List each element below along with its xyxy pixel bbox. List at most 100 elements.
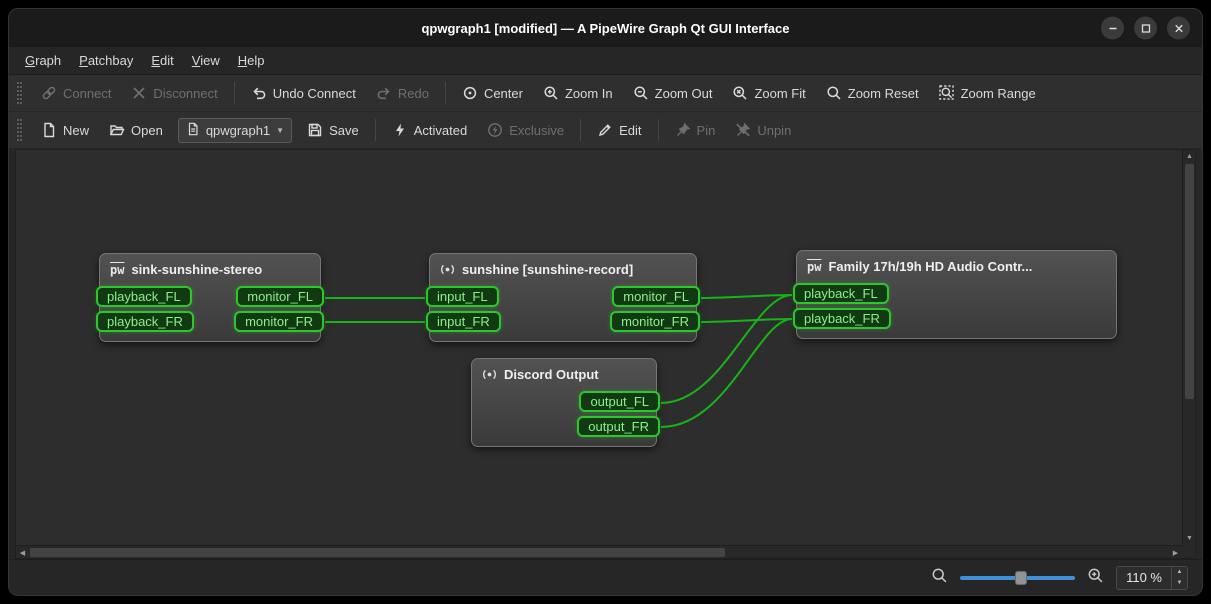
maximize-button[interactable]: [1134, 17, 1157, 40]
connection-wires: [16, 150, 1182, 545]
node-header[interactable]: pw Family 17h/19h HD Audio Contr...: [797, 256, 1116, 281]
zoom-slider-handle[interactable]: [1015, 571, 1027, 585]
graph-canvas[interactable]: pw sink-sunshine-stereo playback_FL moni…: [15, 149, 1196, 559]
save-icon: [307, 122, 323, 138]
undo-connect-label: Undo Connect: [273, 86, 356, 101]
spin-up-button[interactable]: ▲: [1172, 567, 1187, 578]
canvas-viewport[interactable]: pw sink-sunshine-stereo playback_FL moni…: [16, 150, 1182, 545]
undo-connect-button[interactable]: Undo Connect: [242, 80, 365, 106]
node-family-hd-audio[interactable]: pw Family 17h/19h HD Audio Contr... play…: [796, 250, 1117, 339]
vertical-scrollbar[interactable]: ▲ ▼: [1182, 150, 1195, 545]
edit-pencil-icon: [597, 122, 613, 138]
menu-graph[interactable]: Graph: [17, 49, 69, 72]
vertical-scrollbar-thumb[interactable]: [1185, 164, 1194, 399]
qpwgraph-window: qpwgraph1 [modified] — A PipeWire Graph …: [8, 8, 1203, 596]
session-dropdown[interactable]: qpwgraph1 ▼: [178, 118, 292, 143]
unpin-button[interactable]: Unpin: [726, 117, 800, 143]
menu-view[interactable]: View: [184, 49, 228, 72]
node-sink-sunshine-stereo[interactable]: pw sink-sunshine-stereo playback_FL moni…: [99, 253, 321, 342]
node-sunshine-record[interactable]: sunshine [sunshine-record] input_FL moni…: [429, 253, 697, 342]
pin-button[interactable]: Pin: [666, 117, 725, 143]
connect-link-icon: [41, 85, 57, 101]
menubar: Graph Patchbay Edit View Help: [9, 47, 1202, 75]
new-button[interactable]: New: [32, 117, 98, 143]
zoom-range-button[interactable]: Zoom Range: [930, 80, 1045, 106]
connect-button[interactable]: Connect: [32, 80, 120, 106]
node-title: sunshine [sunshine-record]: [462, 262, 633, 277]
open-button[interactable]: Open: [100, 117, 172, 143]
open-label: Open: [131, 123, 163, 138]
zoom-out-icon: [931, 567, 948, 589]
port-monitor-fr[interactable]: monitor_FR: [234, 311, 324, 332]
menu-edit[interactable]: Edit: [143, 49, 181, 72]
toolbar-drag-handle[interactable]: [17, 82, 22, 104]
toolbar-separator: [580, 119, 581, 141]
port-monitor-fl[interactable]: monitor_FL: [612, 286, 700, 307]
unpin-label: Unpin: [757, 123, 791, 138]
toolbar-drag-handle[interactable]: [17, 119, 22, 141]
disconnect-button[interactable]: Disconnect: [122, 80, 226, 106]
spin-down-button[interactable]: ▼: [1172, 578, 1187, 589]
port-output-fr[interactable]: output_FR: [577, 416, 660, 437]
toolbar-separator: [375, 119, 376, 141]
zoom-reset-button[interactable]: Zoom Reset: [817, 80, 928, 106]
zoom-value[interactable]: 110 %: [1117, 567, 1171, 589]
menu-help[interactable]: Help: [230, 49, 273, 72]
pipewire-icon: pw: [807, 261, 821, 273]
statusbar: 110 % ▲ ▼: [9, 559, 1202, 595]
close-button[interactable]: [1167, 17, 1190, 40]
edit-button[interactable]: Edit: [588, 117, 650, 143]
node-title: Discord Output: [504, 367, 599, 382]
spin-down-icon: ▼: [1177, 580, 1183, 586]
redo-label: Redo: [398, 86, 429, 101]
node-header[interactable]: sunshine [sunshine-record]: [430, 259, 696, 284]
zoom-in-icon: [1087, 567, 1104, 589]
zoom-slider[interactable]: [960, 568, 1075, 588]
horizontal-scrollbar[interactable]: ◀ ▶: [16, 545, 1182, 558]
port-playback-fl[interactable]: playback_FL: [793, 283, 889, 304]
scroll-down-arrow[interactable]: ▼: [1183, 532, 1196, 545]
connection-wire[interactable]: [701, 319, 792, 322]
center-icon: [462, 85, 478, 101]
scroll-left-arrow[interactable]: ◀: [16, 546, 29, 559]
zoom-spinbox[interactable]: 110 % ▲ ▼: [1116, 566, 1188, 590]
center-button[interactable]: Center: [453, 80, 532, 106]
node-header[interactable]: pw sink-sunshine-stereo: [100, 259, 320, 284]
exclusive-button[interactable]: Exclusive: [478, 117, 573, 143]
record-icon: [482, 367, 497, 382]
zoom-in-label: Zoom In: [565, 86, 613, 101]
horizontal-scrollbar-thumb[interactable]: [30, 548, 725, 557]
scroll-up-arrow[interactable]: ▲: [1183, 150, 1196, 163]
toolbar-edit: Connect Disconnect Undo Connect: [9, 75, 1202, 112]
titlebar[interactable]: qpwgraph1 [modified] — A PipeWire Graph …: [9, 9, 1202, 47]
toolbar-separator: [445, 82, 446, 104]
zoom-fit-button[interactable]: Zoom Fit: [723, 80, 814, 106]
port-input-fl[interactable]: input_FL: [426, 286, 499, 307]
port-monitor-fr[interactable]: monitor_FR: [610, 311, 700, 332]
toolbar-file: New Open qpwgraph1 ▼: [9, 112, 1202, 149]
zoom-in-button[interactable]: Zoom In: [534, 80, 622, 106]
statusbar-zoom-out-button[interactable]: [931, 567, 948, 589]
undo-icon: [251, 85, 267, 101]
menu-patchbay[interactable]: Patchbay: [71, 49, 141, 72]
redo-button[interactable]: Redo: [367, 80, 438, 106]
zoom-fit-icon: [732, 85, 748, 101]
zoom-out-button[interactable]: Zoom Out: [624, 80, 722, 106]
node-header[interactable]: Discord Output: [472, 364, 656, 389]
scroll-right-arrow[interactable]: ▶: [1169, 546, 1182, 559]
port-playback-fl[interactable]: playback_FL: [96, 286, 192, 307]
port-output-fl[interactable]: output_FL: [579, 391, 660, 412]
port-playback-fr[interactable]: playback_FR: [96, 311, 194, 332]
statusbar-zoom-in-button[interactable]: [1087, 567, 1104, 589]
unpin-icon: [735, 122, 751, 138]
port-monitor-fl[interactable]: monitor_FL: [236, 286, 324, 307]
activated-button[interactable]: Activated: [383, 117, 476, 143]
connection-wire[interactable]: [701, 295, 792, 298]
save-button[interactable]: Save: [298, 117, 368, 143]
chevron-down-icon: ▼: [276, 126, 284, 135]
center-label: Center: [484, 86, 523, 101]
node-discord-output[interactable]: Discord Output output_FL output_FR: [471, 358, 657, 447]
port-playback-fr[interactable]: playback_FR: [793, 308, 891, 329]
port-input-fr[interactable]: input_FR: [426, 311, 501, 332]
minimize-button[interactable]: [1101, 17, 1124, 40]
